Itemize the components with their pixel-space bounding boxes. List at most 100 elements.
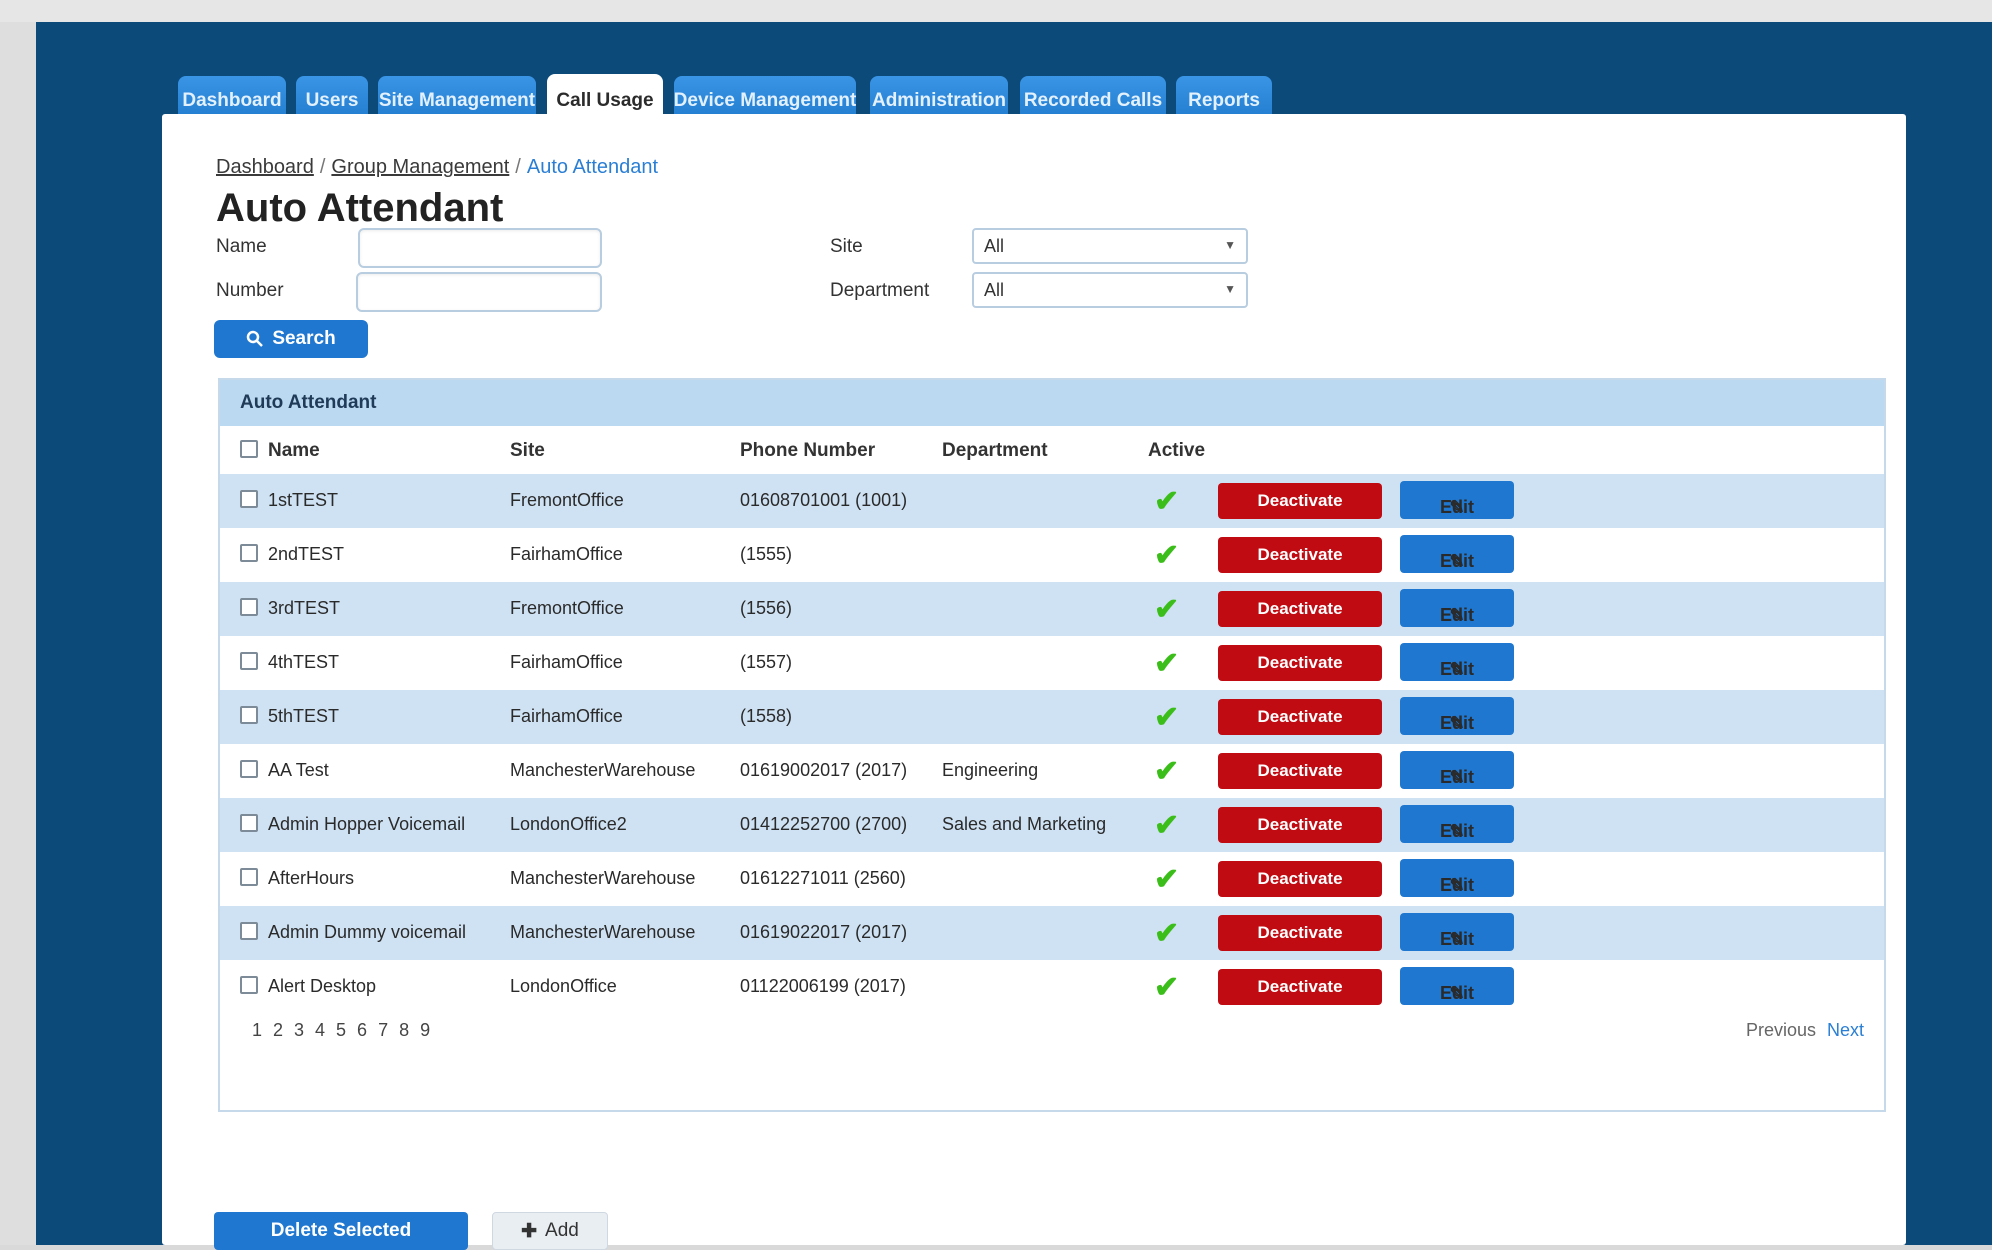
edit-button[interactable]: ✎ Edit bbox=[1400, 913, 1514, 951]
row-checkbox[interactable] bbox=[240, 814, 258, 832]
edit-button[interactable]: ✎ Edit bbox=[1400, 805, 1514, 843]
row-checkbox[interactable] bbox=[240, 706, 258, 724]
cell-department: Sales and Marketing bbox=[942, 814, 1107, 834]
grid-header: Name Site Phone Number Department Active bbox=[220, 426, 1884, 474]
edit-button-label: Edit bbox=[1440, 875, 1474, 895]
site-label: Site bbox=[830, 236, 863, 257]
edit-button-label: Edit bbox=[1440, 713, 1474, 733]
cell-phone: 01608701001 (1001) bbox=[740, 490, 908, 510]
edit-button-label: Edit bbox=[1440, 605, 1474, 625]
browser-top-strip bbox=[0, 0, 1992, 22]
breadcrumb-separator: / bbox=[319, 156, 326, 178]
deactivate-button[interactable]: Deactivate bbox=[1218, 537, 1382, 573]
search-button-label: Search bbox=[272, 328, 336, 349]
edit-button[interactable]: ✎ Edit bbox=[1400, 697, 1514, 735]
column-header-department[interactable]: Department bbox=[942, 440, 1048, 462]
breadcrumb-dashboard[interactable]: Dashboard bbox=[216, 156, 314, 178]
edit-button-label: Edit bbox=[1440, 929, 1474, 949]
auto-attendant-grid: Auto Attendant Name Site Phone Number De… bbox=[218, 378, 1886, 1112]
edit-button-label: Edit bbox=[1440, 983, 1474, 1003]
active-check-icon: ✔ bbox=[1154, 971, 1180, 1004]
table-row: Admin Dummy voicemail ManchesterWarehous… bbox=[220, 906, 1884, 960]
column-header-phone-number[interactable]: Phone Number bbox=[740, 440, 875, 462]
table-row: Alert Desktop LondonOffice 01122006199 (… bbox=[220, 960, 1884, 1014]
row-checkbox[interactable] bbox=[240, 760, 258, 778]
next-page-link[interactable]: Next bbox=[1827, 1020, 1864, 1040]
row-checkbox[interactable] bbox=[240, 490, 258, 508]
add-button[interactable]: ✚ Add bbox=[492, 1212, 608, 1250]
active-check-icon: ✔ bbox=[1154, 755, 1180, 788]
number-input[interactable] bbox=[356, 272, 602, 312]
deactivate-button[interactable]: Deactivate bbox=[1218, 483, 1382, 519]
name-label: Name bbox=[216, 236, 267, 257]
breadcrumb-group-management[interactable]: Group Management bbox=[331, 156, 509, 178]
cell-site: LondonOffice bbox=[510, 976, 617, 996]
active-check-icon: ✔ bbox=[1154, 647, 1180, 680]
cell-phone: 01619002017 (2017) bbox=[740, 760, 908, 780]
deactivate-button[interactable]: Deactivate bbox=[1218, 591, 1382, 627]
row-checkbox[interactable] bbox=[240, 544, 258, 562]
deactivate-button[interactable]: Deactivate bbox=[1218, 645, 1382, 681]
active-check-icon: ✔ bbox=[1154, 863, 1180, 896]
column-header-active[interactable]: Active bbox=[1148, 440, 1205, 462]
row-checkbox[interactable] bbox=[240, 652, 258, 670]
cell-phone: 01612271011 (2560) bbox=[740, 868, 906, 888]
deactivate-button[interactable]: Deactivate bbox=[1218, 699, 1382, 735]
cell-site: FairhamOffice bbox=[510, 706, 623, 726]
row-checkbox[interactable] bbox=[240, 598, 258, 616]
cell-name: Alert Desktop bbox=[268, 976, 377, 996]
edit-button[interactable]: ✎ Edit bbox=[1400, 967, 1514, 1005]
edit-button[interactable]: ✎ Edit bbox=[1400, 643, 1514, 681]
edit-button[interactable]: ✎ Edit bbox=[1400, 589, 1514, 627]
cell-name: AA Test bbox=[268, 760, 329, 780]
deactivate-button[interactable]: Deactivate bbox=[1218, 969, 1382, 1005]
cell-phone: (1556) bbox=[740, 598, 793, 618]
edit-button[interactable]: ✎ Edit bbox=[1400, 859, 1514, 897]
deactivate-button[interactable]: Deactivate bbox=[1218, 915, 1382, 951]
row-checkbox[interactable] bbox=[240, 976, 258, 994]
select-all-checkbox[interactable] bbox=[240, 440, 258, 458]
table-row: 1stTEST FremontOffice 01608701001 (1001)… bbox=[220, 474, 1884, 528]
search-button[interactable]: Search bbox=[214, 320, 368, 358]
cell-site: ManchesterWarehouse bbox=[510, 922, 696, 942]
department-select[interactable]: All ▼ bbox=[972, 272, 1248, 308]
breadcrumb-current: Auto Attendant bbox=[526, 156, 659, 178]
table-row: 3rdTEST FremontOffice (1556) ✔ Deactivat… bbox=[220, 582, 1884, 636]
column-header-site[interactable]: Site bbox=[510, 440, 545, 462]
cell-site: FairhamOffice bbox=[510, 652, 623, 672]
edit-button-label: Edit bbox=[1440, 551, 1474, 571]
delete-selected-button[interactable]: Delete Selected bbox=[214, 1212, 468, 1250]
cell-phone: 01122006199 (2017) bbox=[740, 976, 906, 996]
pager-nav: Previous Next bbox=[1746, 1020, 1864, 1041]
table-row: Admin Hopper Voicemail LondonOffice2 014… bbox=[220, 798, 1884, 852]
cell-site: ManchesterWarehouse bbox=[510, 868, 696, 888]
row-checkbox[interactable] bbox=[240, 922, 258, 940]
page-title: Auto Attendant bbox=[216, 186, 504, 230]
chevron-down-icon: ▼ bbox=[1224, 282, 1236, 296]
add-button-label: Add bbox=[545, 1220, 579, 1241]
edit-button[interactable]: ✎ Edit bbox=[1400, 481, 1514, 519]
site-select[interactable]: All ▼ bbox=[972, 228, 1248, 264]
cell-site: FremontOffice bbox=[510, 598, 624, 618]
page-numbers[interactable]: 1 2 3 4 5 6 7 8 9 bbox=[252, 1020, 433, 1041]
edit-button-label: Edit bbox=[1440, 821, 1474, 841]
cell-site: ManchesterWarehouse bbox=[510, 760, 696, 780]
edit-button[interactable]: ✎ Edit bbox=[1400, 751, 1514, 789]
column-header-name[interactable]: Name bbox=[268, 440, 320, 462]
previous-page-link[interactable]: Previous bbox=[1746, 1020, 1816, 1040]
department-label: Department bbox=[830, 280, 930, 301]
deactivate-button[interactable]: Deactivate bbox=[1218, 753, 1382, 789]
cell-site: LondonOffice2 bbox=[510, 814, 627, 834]
name-input[interactable] bbox=[358, 228, 602, 268]
deactivate-button[interactable]: Deactivate bbox=[1218, 807, 1382, 843]
row-checkbox[interactable] bbox=[240, 868, 258, 886]
edit-button[interactable]: ✎ Edit bbox=[1400, 535, 1514, 573]
active-check-icon: ✔ bbox=[1154, 701, 1180, 734]
breadcrumb: Dashboard / Group Management / Auto Attendan… bbox=[216, 156, 658, 179]
search-icon bbox=[247, 330, 264, 347]
deactivate-button[interactable]: Deactivate bbox=[1218, 861, 1382, 897]
grid-caption: Auto Attendant bbox=[220, 380, 1884, 426]
table-row: AA Test ManchesterWarehouse 01619002017 … bbox=[220, 744, 1884, 798]
cell-phone: 01412252700 (2700) bbox=[740, 814, 908, 834]
cell-name: 5thTEST bbox=[268, 706, 340, 726]
